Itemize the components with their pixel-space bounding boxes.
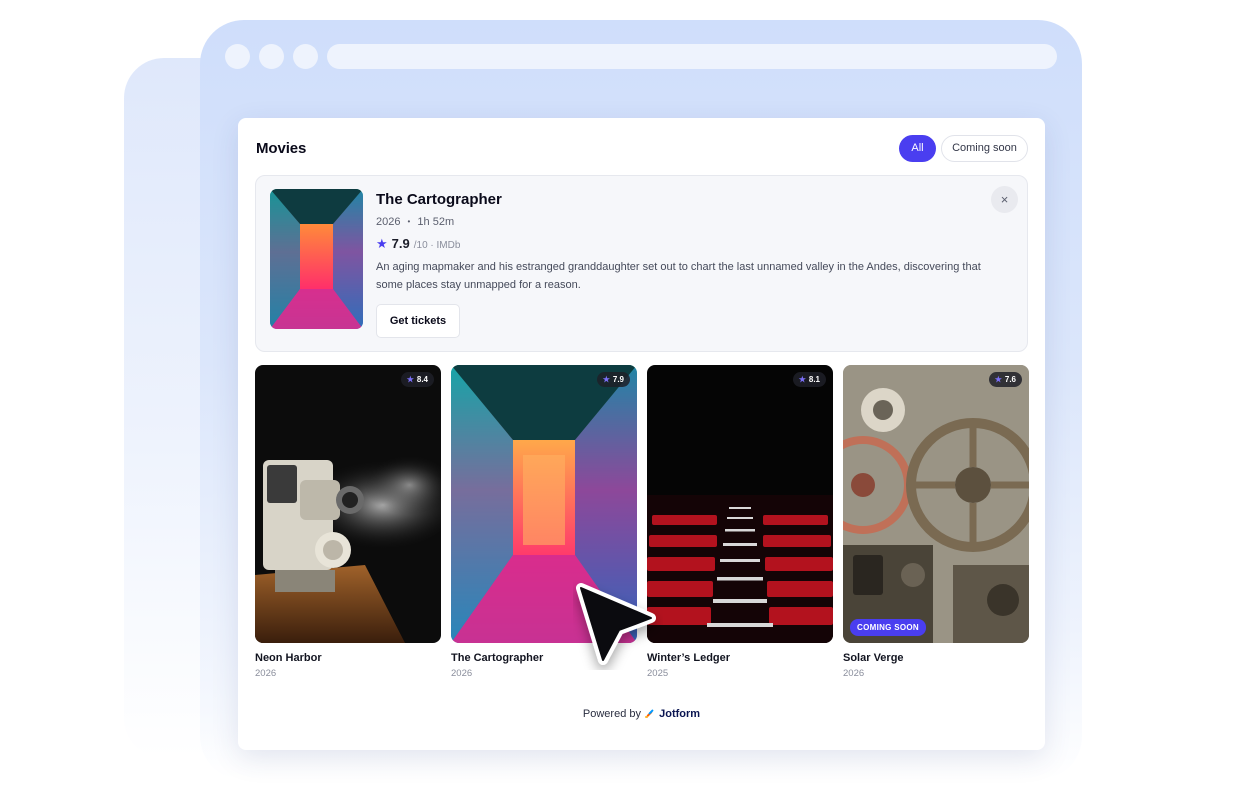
- featured-movie-panel: The Cartographer 2026 • 1h 52m ★ 7.9 /10…: [255, 175, 1028, 352]
- featured-rating: ★ 7.9 /10 · IMDb: [376, 236, 460, 252]
- movie-poster: ★ 7.6 COMING SOON: [843, 365, 1029, 643]
- star-icon: ★: [994, 375, 1002, 384]
- featured-duration: 1h 52m: [417, 216, 455, 228]
- widget-title: Movies: [256, 140, 307, 157]
- star-icon: ★: [798, 375, 806, 384]
- filter-group: All Coming soon: [899, 135, 1028, 162]
- window-dot: [225, 44, 250, 69]
- filter-all-button[interactable]: All: [899, 135, 936, 162]
- movie-year: 2026: [255, 668, 277, 679]
- featured-rating-scale: /10 · IMDb: [413, 240, 461, 251]
- rating-value: 7.6: [1004, 375, 1016, 384]
- movie-card[interactable]: ★ 8.4 Neon Harbor 2026: [255, 365, 441, 679]
- star-icon: ★: [602, 375, 610, 384]
- star-icon: ★: [376, 236, 388, 251]
- movie-year: 2026: [843, 668, 865, 679]
- powered-by-footer: Powered by Jotform: [238, 708, 1045, 720]
- close-icon[interactable]: ×: [991, 186, 1018, 213]
- featured-year: 2026: [376, 216, 401, 228]
- get-tickets-button[interactable]: Get tickets: [376, 304, 460, 338]
- featured-title: The Cartographer: [376, 191, 502, 208]
- movie-card[interactable]: ★ 7.6 COMING SOON Solar Verge 2026: [843, 365, 1029, 679]
- coming-soon-badge: COMING SOON: [850, 619, 926, 636]
- rating-value: 8.4: [416, 375, 428, 384]
- meta-separator: •: [407, 217, 411, 226]
- address-bar: [327, 44, 1057, 69]
- featured-poster: [270, 189, 363, 329]
- jotform-logo-icon: [645, 709, 654, 718]
- movie-title: Neon Harbor: [255, 652, 322, 664]
- window-dot: [259, 44, 284, 69]
- pointer-cursor-icon: [576, 583, 656, 665]
- rating-badge: ★ 7.9: [596, 372, 630, 387]
- movie-title: Solar Verge: [843, 652, 904, 664]
- movie-poster: ★ 8.1: [647, 365, 833, 643]
- movie-poster: ★ 8.4: [255, 365, 441, 643]
- window-dot: [293, 44, 318, 69]
- powered-prefix: Powered by: [582, 708, 641, 720]
- rating-value: 8.1: [808, 375, 820, 384]
- rating-badge: ★ 8.4: [400, 372, 434, 387]
- rating-badge: ★ 7.6: [988, 372, 1022, 387]
- featured-meta: 2026 • 1h 52m: [376, 216, 454, 228]
- rating-badge: ★ 8.1: [792, 372, 826, 387]
- star-icon: ★: [406, 375, 414, 384]
- featured-rating-value: 7.9: [391, 236, 410, 251]
- movie-title: Winter’s Ledger: [647, 652, 731, 664]
- stage: Movies All Coming soon The Cartographer …: [0, 0, 1258, 800]
- filter-coming-soon-button[interactable]: Coming soon: [941, 135, 1028, 162]
- featured-description: An aging mapmaker and his estranged gran…: [376, 261, 981, 291]
- jotform-brand[interactable]: Jotform: [659, 708, 700, 720]
- movie-card[interactable]: ★ 8.1 Winter’s Ledger 2025: [647, 365, 833, 679]
- movie-year: 2025: [647, 668, 669, 679]
- rating-value: 7.9: [612, 375, 624, 384]
